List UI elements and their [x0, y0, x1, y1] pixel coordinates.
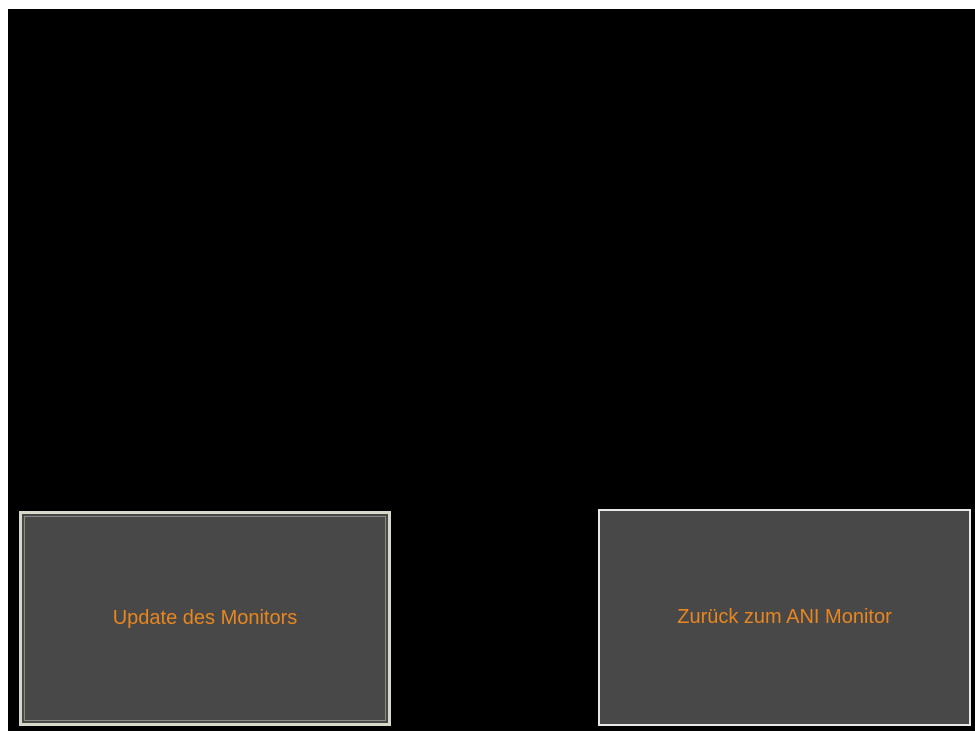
back-to-ani-monitor-button-label: Zurück zum ANI Monitor — [677, 606, 892, 628]
monitor-screen: Update des Monitors Zurück zum ANI Monit… — [8, 9, 975, 731]
update-monitor-button-label: Update des Monitors — [112, 607, 298, 629]
back-to-ani-monitor-button[interactable]: Zurück zum ANI Monitor — [598, 509, 971, 726]
update-monitor-button[interactable]: Update des Monitors — [19, 511, 391, 726]
